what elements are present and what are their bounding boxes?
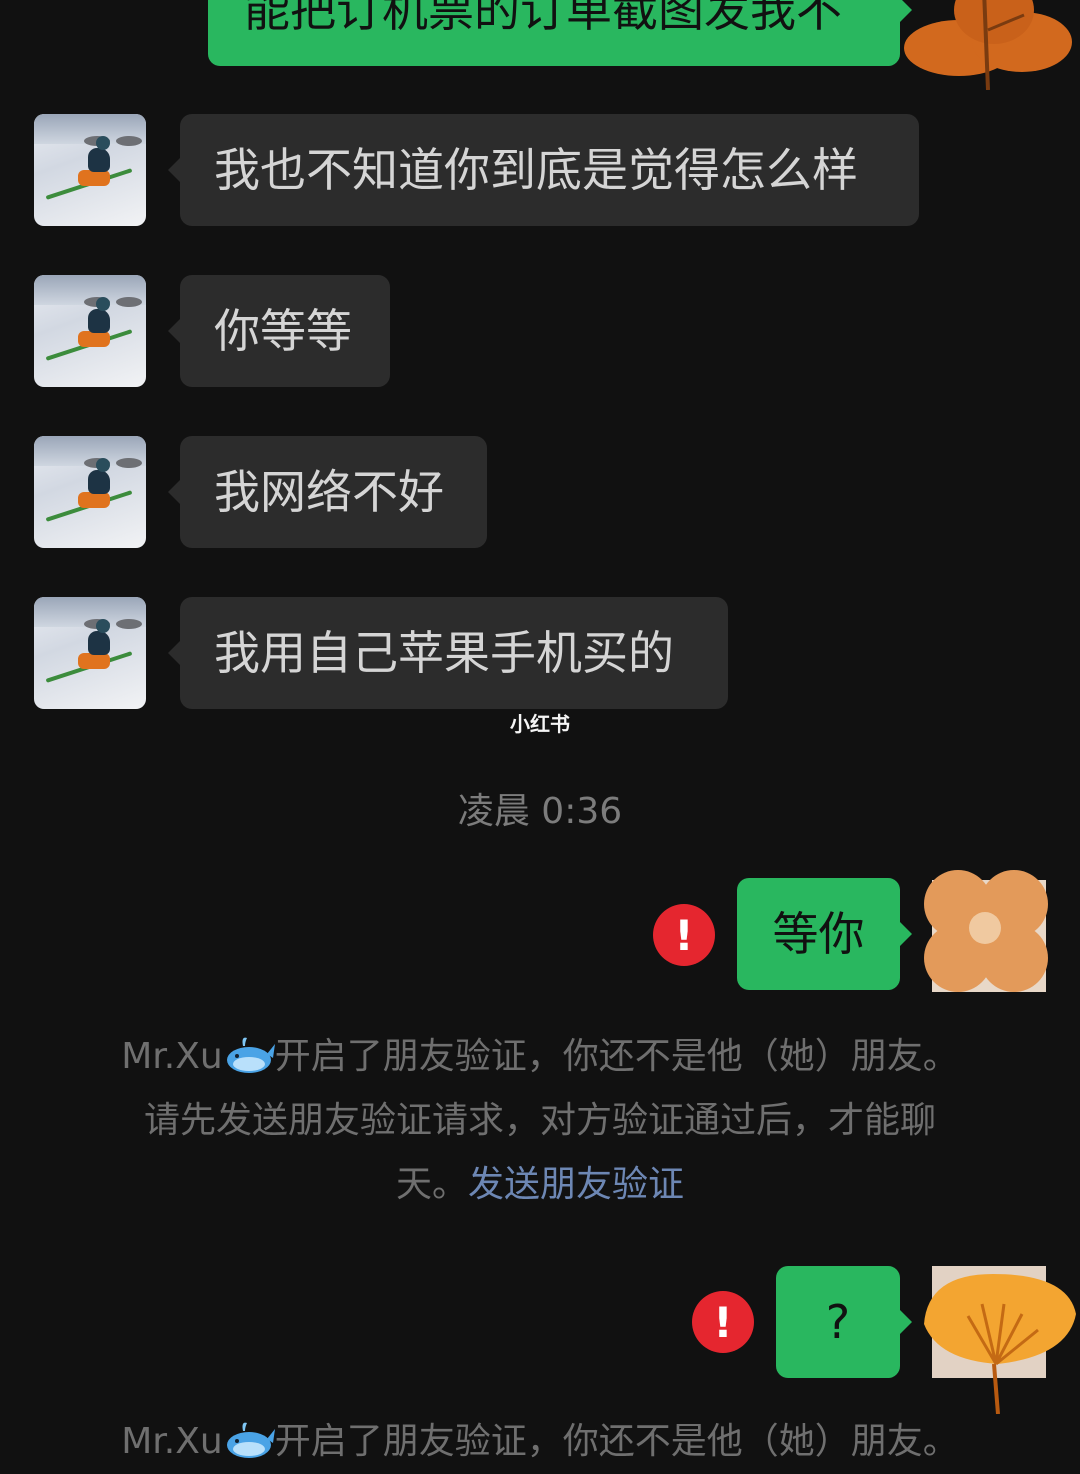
notice-line-2: 请先发送朋友验证请求，对方验证通过后，才能聊 — [143, 1100, 936, 1141]
incoming-message[interactable]: 我网络不好 — [168, 436, 487, 548]
contact-avatar[interactable] — [34, 436, 146, 548]
notice-line-3: 天。发送朋友验证 — [395, 1164, 685, 1205]
timestamp: 凌晨 0:36 — [457, 791, 623, 832]
whale-icon — [226, 1422, 275, 1458]
outgoing-message[interactable]: ? — [776, 1266, 912, 1378]
outgoing-message-partial[interactable]: 能把订机票的订单截图发我不 — [208, 0, 912, 66]
message-text: 能把订机票的订单截图发我不 — [244, 0, 842, 37]
contact-name: Mr.Xu — [121, 1036, 223, 1077]
message-text: 我网络不好 — [214, 465, 444, 519]
watermark: 小红书 — [510, 712, 570, 736]
message-text: 你等等 — [214, 304, 352, 358]
ginkgo-leaf-icon — [924, 1266, 1076, 1414]
incoming-message[interactable]: 你等等 — [168, 275, 390, 387]
incoming-message[interactable]: 我用自己苹果手机买的 — [168, 597, 728, 709]
notice-line-1: Mr.Xu 开启了朋友验证，你还不是他（她）朋友。 — [121, 1421, 959, 1462]
send-friend-verification-link[interactable]: 发送朋友验证 — [468, 1164, 684, 1205]
contact-name: Mr.Xu — [121, 1421, 223, 1462]
send-failed-error-icon[interactable]: ! — [653, 904, 715, 966]
contact-avatar[interactable] — [34, 275, 146, 387]
leaf-avatar-top[interactable] — [904, 0, 1074, 90]
my-avatar[interactable] — [918, 870, 1048, 992]
my-avatar[interactable] — [918, 1264, 1078, 1414]
notice-line-1: Mr.Xu 开启了朋友验证，你还不是他（她）朋友。 — [121, 1036, 959, 1077]
whale-icon — [226, 1037, 275, 1073]
message-text: 我用自己苹果手机买的 — [214, 626, 674, 680]
friend-verification-notice: Mr.Xu 开启了朋友验证，你还不是他（她）朋友。 — [80, 1410, 1000, 1474]
outgoing-message[interactable]: 等你 — [737, 878, 912, 990]
contact-avatar[interactable] — [34, 114, 146, 226]
send-failed-error-icon[interactable]: ! — [692, 1291, 754, 1353]
friend-verification-notice: Mr.Xu 开启了朋友验证，你还不是他（她）朋友。 请先发送朋友验证请求，对方验… — [80, 1025, 1000, 1217]
flower-icon — [924, 870, 1048, 992]
message-text: ? — [825, 1295, 851, 1349]
message-text: 我也不知道你到底是觉得怎么样 — [214, 143, 858, 197]
contact-avatar[interactable] — [34, 597, 146, 709]
message-text: 等你 — [772, 907, 865, 961]
incoming-message[interactable]: 我也不知道你到底是觉得怎么样 — [168, 114, 919, 226]
leaf-icon — [904, 0, 1072, 90]
